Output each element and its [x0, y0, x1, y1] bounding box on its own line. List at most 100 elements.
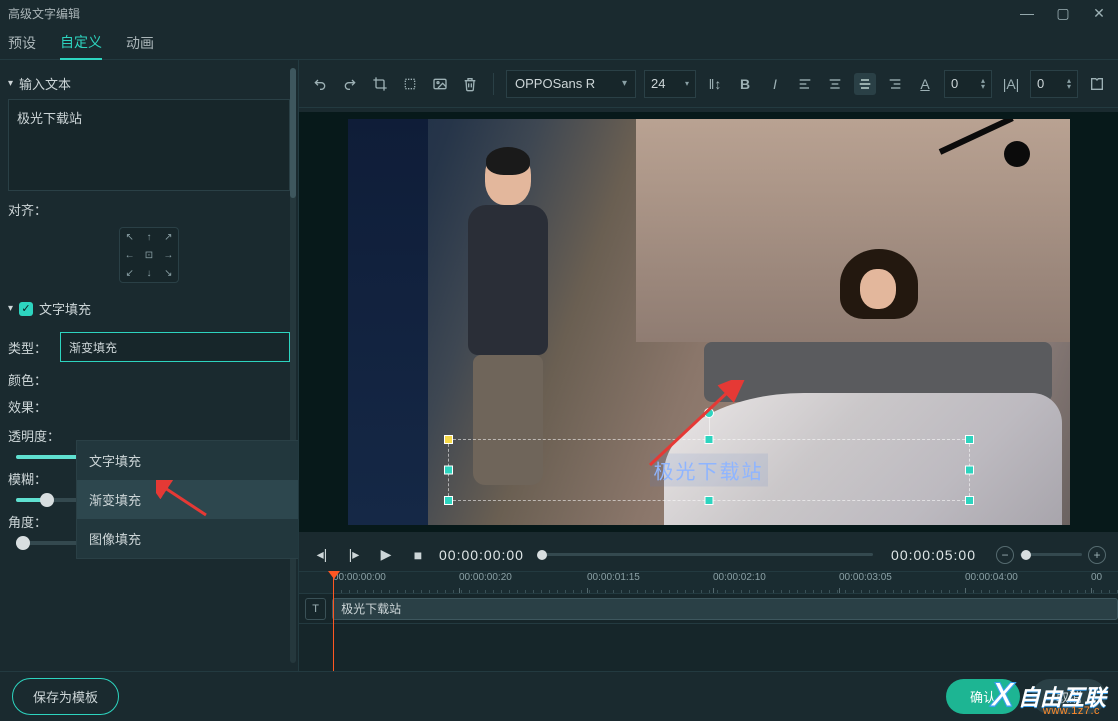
playhead[interactable]: [333, 572, 334, 671]
undo-icon[interactable]: [309, 73, 331, 95]
stepper-icon: ▴▾: [1067, 78, 1071, 90]
cancel-button[interactable]: 取消: [1032, 679, 1106, 714]
resize-handle[interactable]: [444, 435, 453, 444]
align-center-icon[interactable]: [824, 73, 846, 95]
close-icon[interactable]: ✕: [1088, 2, 1110, 24]
timeline: 00:00:00:00 00:00:00:20 00:00:01:15 00:0…: [299, 572, 1118, 671]
stop-icon[interactable]: ■: [407, 544, 429, 566]
letter-spacing-icon[interactable]: |A|: [1000, 73, 1022, 95]
fill-type-select[interactable]: 渐变填充: [60, 332, 290, 362]
char-spacing-value: 0: [951, 76, 958, 91]
rotate-handle[interactable]: [704, 408, 714, 418]
letter-spacing-value: 0: [1037, 76, 1044, 91]
effect-label: 效果：: [8, 397, 52, 416]
caret-down-icon: ▾: [8, 78, 13, 89]
scrub-slider[interactable]: [542, 553, 873, 556]
font-size-input[interactable]: 24 ▾: [644, 70, 696, 98]
align-bottom-icon[interactable]: ↓: [146, 268, 151, 279]
confirm-button[interactable]: 确认: [946, 679, 1020, 714]
zoom-in-icon[interactable]: +: [1088, 546, 1106, 564]
crop-icon[interactable]: [369, 73, 391, 95]
type-label: 类型：: [8, 338, 52, 357]
timeline-ruler[interactable]: 00:00:00:00 00:00:00:20 00:00:01:15 00:0…: [299, 572, 1118, 594]
total-time: 00:00:05:00: [891, 547, 976, 563]
dropdown-item-text-fill[interactable]: 文字填充: [77, 441, 299, 480]
ruler-tick: 00: [1091, 572, 1102, 583]
section-text-fill[interactable]: ▾ ✓ 文字填充: [8, 293, 290, 324]
play-icon[interactable]: ▶: [375, 544, 397, 566]
resize-handle[interactable]: [965, 466, 974, 475]
align-top-right-icon[interactable]: ↗: [164, 232, 172, 243]
ruler-tick: 00:00:02:10: [713, 572, 766, 583]
chevron-down-icon: ▾: [622, 78, 627, 89]
resize-handle[interactable]: [704, 435, 713, 444]
text-input[interactable]: [8, 99, 290, 191]
text-bounding-box[interactable]: 极光下载站: [448, 439, 970, 501]
more-icon[interactable]: [1086, 73, 1108, 95]
left-scrollbar[interactable]: [290, 68, 296, 663]
font-family-value: OPPOSans R: [515, 76, 595, 91]
align-bottom-left-icon[interactable]: ↙: [125, 268, 133, 279]
align-center-h-icon[interactable]: [854, 73, 876, 95]
letter-spacing-input[interactable]: 0 ▴▾: [1030, 70, 1078, 98]
trash-icon[interactable]: [459, 73, 481, 95]
ruler-tick: 00:00:00:00: [333, 572, 386, 583]
zoom-slider[interactable]: [1020, 553, 1082, 556]
line-height-icon[interactable]: ‖↕: [704, 73, 726, 95]
resize-handle[interactable]: [704, 496, 713, 505]
align-center-icon[interactable]: ⊡: [145, 250, 153, 261]
font-family-select[interactable]: OPPOSans R ▾: [506, 70, 636, 98]
tab-custom[interactable]: 自定义: [60, 26, 102, 60]
redo-icon[interactable]: [339, 73, 361, 95]
bold-icon[interactable]: B: [734, 73, 756, 95]
fill-type-value: 渐变填充: [69, 339, 117, 356]
footer: 保存为模板 确认 取消: [0, 671, 1118, 721]
resize-handle[interactable]: [965, 435, 974, 444]
select-icon[interactable]: [399, 73, 421, 95]
align-left-icon[interactable]: [794, 73, 816, 95]
timeline-track[interactable]: T 极光下载站: [299, 594, 1118, 624]
save-template-button[interactable]: 保存为模板: [12, 678, 119, 715]
clip-label: 极光下载站: [341, 600, 401, 617]
align-top-left-icon[interactable]: ↖: [125, 232, 133, 243]
align-top-icon[interactable]: ↑: [146, 232, 151, 243]
char-spacing-input[interactable]: 0 ▴▾: [944, 70, 992, 98]
window-title: 高级文字编辑: [8, 5, 80, 22]
align-left-icon[interactable]: ←: [125, 250, 135, 261]
tab-animation[interactable]: 动画: [126, 27, 154, 59]
step-back-icon[interactable]: |▸: [343, 544, 365, 566]
caret-down-icon: ▾: [8, 303, 13, 314]
resize-handle[interactable]: [444, 466, 453, 475]
italic-icon[interactable]: I: [764, 73, 786, 95]
dropdown-item-image-fill[interactable]: 图像填充: [77, 519, 299, 558]
text-track-icon[interactable]: T: [305, 598, 326, 620]
minimize-icon[interactable]: —: [1016, 2, 1038, 24]
align-right-icon[interactable]: [884, 73, 906, 95]
preview-text[interactable]: 极光下载站: [650, 454, 768, 487]
preview-canvas[interactable]: 极光下载站: [348, 119, 1070, 525]
align-right-icon[interactable]: →: [163, 250, 173, 261]
zoom-out-icon[interactable]: −: [996, 546, 1014, 564]
ruler-tick: 00:00:01:15: [587, 572, 640, 583]
text-toolbar: OPPOSans R ▾ 24 ▾ ‖↕ B I A: [299, 60, 1118, 108]
fill-type-dropdown[interactable]: 文字填充 渐变填充 图像填充: [76, 440, 299, 559]
section-label: 输入文本: [19, 74, 71, 93]
chevron-down-icon: ▾: [685, 81, 689, 87]
title-bar: 高级文字编辑 — ▢ ✕: [0, 0, 1118, 26]
resize-handle[interactable]: [444, 496, 453, 505]
preview-figure: [448, 149, 568, 489]
prev-frame-icon[interactable]: ◂|: [311, 544, 333, 566]
current-time: 00:00:00:00: [439, 547, 524, 563]
section-input-text[interactable]: ▾ 输入文本: [8, 68, 290, 99]
dropdown-item-gradient-fill[interactable]: 渐变填充: [77, 480, 299, 519]
align-bottom-right-icon[interactable]: ↘: [164, 268, 172, 279]
tab-preset[interactable]: 预设: [8, 27, 36, 59]
image-icon[interactable]: [429, 73, 451, 95]
text-color-icon[interactable]: A: [914, 73, 936, 95]
maximize-icon[interactable]: ▢: [1052, 2, 1074, 24]
fill-checkbox[interactable]: ✓: [19, 302, 33, 316]
resize-handle[interactable]: [965, 496, 974, 505]
timeline-clip[interactable]: 极光下载站: [332, 598, 1118, 620]
alignment-grid[interactable]: ↖ ↑ ↗ ← ⊡ → ↙ ↓ ↘: [119, 227, 179, 283]
preview-area: 极光下载站: [299, 112, 1118, 532]
